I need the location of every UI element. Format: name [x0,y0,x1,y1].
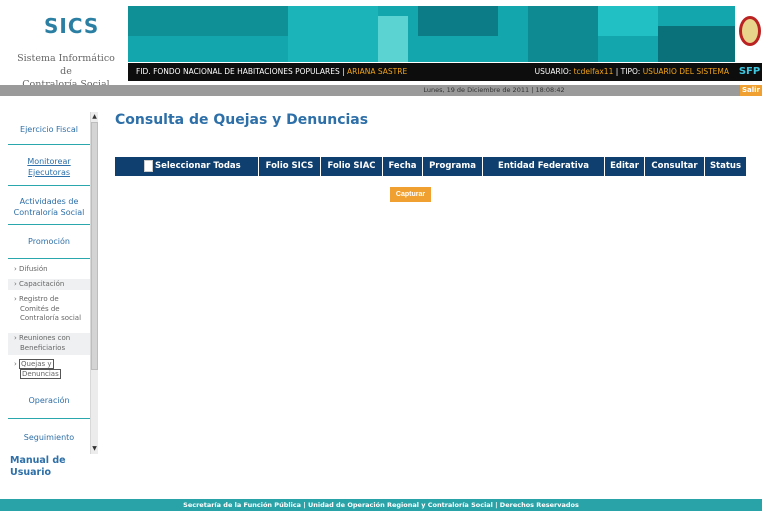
sidebar-item-actividades[interactable]: Actividades de Contraloría Social [8,196,90,218]
banner-block [288,6,378,62]
page: SICS Sistema Informático de Contraloría … [0,0,762,511]
sidebar-item-seguimiento[interactable]: Seguimiento [8,432,90,443]
session-info: USUARIO: tcdelfax11 | TIPO: USUARIO DEL … [534,67,729,76]
program-label: FID. FONDO NACIONAL DE HABITACIONES POPU… [136,67,340,76]
sidebar-divider [8,144,90,145]
seal-emblem-icon [739,16,761,46]
app-subtitle-line1: Sistema Informático de [17,53,115,77]
column-folio-siac: Folio SIAC [321,157,383,176]
logout-button[interactable]: Salir [740,85,762,96]
sidebar-item-promocion[interactable]: Promoción [8,236,90,247]
sidebar-item-monitorear-ejecutoras[interactable]: Monitorear Ejecutoras [8,156,90,178]
select-all-checkbox[interactable] [144,160,153,172]
manual-label: Usuario [10,467,52,478]
column-programa: Programa [423,157,483,176]
submenu-item-quejas-denuncias[interactable]: › Quejas y Denuncias [14,359,90,379]
banner-block [378,16,408,62]
submenu-item-label: Beneficiarios [20,343,66,352]
app-title: SICS [44,14,100,38]
user-manual-link[interactable]: Manual de Usuario [10,455,90,479]
scroll-up-arrow-icon[interactable]: ▲ [91,112,98,122]
header-banner [128,6,735,62]
submenu-item-label: Comités de [20,304,60,313]
sidebar-item-operacion[interactable]: Operación [8,395,90,406]
submenu-item-label: Capacitación [19,280,65,288]
complaints-table-header: Seleccionar Todas Folio SICS Folio SIAC … [115,157,746,176]
capture-button[interactable]: Capturar [390,187,431,202]
footer: Secretaría de la Función Pública | Unida… [0,499,762,511]
sidebar-divider [8,185,90,186]
sidebar-item-label: Contraloría Social [13,208,85,217]
scroll-thumb[interactable] [91,122,98,370]
current-date: Lunes, 19 de Diciembre de 2011 [423,86,530,94]
sidebar-item-label: Actividades de [19,197,79,206]
date-bar: Lunes, 19 de Diciembre de 2011 | 18:08:4… [0,85,740,96]
submenu-item-label: Contraloría social [20,314,82,322]
banner-block [528,6,598,62]
sidebar-divider [8,258,90,259]
column-header-label: Seleccionar Todas [155,161,241,171]
column-status: Status [709,161,742,171]
column-folio-sics: Folio SICS [259,157,321,176]
column-fecha: Fecha [383,157,423,176]
sidebar-item-label: Monitorear [27,157,71,166]
submenu-item-label: Reuniones con [19,334,71,342]
agency-logo: SFP [737,63,762,81]
sidebar-item-ejercicio-fiscal[interactable]: Ejercicio Fiscal [8,124,90,135]
usuario-label: USUARIO: [534,67,572,76]
tipo-label: TIPO: [620,67,641,76]
sidebar-scrollbar[interactable]: ▲ ▼ [90,112,98,454]
submenu-item-capacitacion[interactable]: › Capacitación [14,280,90,290]
submenu-item-label: Quejas y [19,359,54,369]
manual-label: Manual de [10,455,66,466]
column-select-all[interactable]: Seleccionar Todas [115,157,259,176]
program-info: FID. FONDO NACIONAL DE HABITACIONES POPU… [136,67,408,76]
banner-block [598,6,658,36]
national-seal-icon [737,6,762,62]
scroll-down-arrow-icon[interactable]: ▼ [91,444,98,454]
submenu-item-label: Difusión [19,265,48,273]
usuario-value: tcdelfax11 [573,67,614,76]
user-name: ARIANA SASTRE [347,67,408,76]
banner-block [418,6,498,36]
tipo-value: USUARIO DEL SISTEMA [642,67,729,76]
submenu-item-difusion[interactable]: › Difusión [14,265,90,275]
current-time: 18:08:42 [535,86,565,94]
column-consultar: Consultar [645,157,705,176]
column-editar: Editar [605,157,645,176]
banner-block [128,6,288,36]
submenu-item-label: Registro de [19,295,59,303]
sidebar-divider [8,224,90,225]
submenu-item-registro-comites[interactable]: › Registro de Comités de Contraloría soc… [14,295,90,324]
brand-block: SICS Sistema Informático de Contraloría … [0,0,122,90]
banner-block [658,26,735,62]
sidebar-divider [8,418,90,419]
submenu-item-label: Denuncias [20,368,61,379]
page-title: Consulta de Quejas y Denuncias [115,112,369,128]
sidebar: Ejercicio Fiscal Monitorear Ejecutoras A… [8,112,90,452]
submenu-item-reuniones[interactable]: › Reuniones con Beneficiarios [14,334,90,353]
column-entidad-federativa: Entidad Federativa [483,157,605,176]
user-info-bar: FID. FONDO NACIONAL DE HABITACIONES POPU… [128,63,737,81]
sidebar-item-label: Ejecutoras [27,168,71,177]
